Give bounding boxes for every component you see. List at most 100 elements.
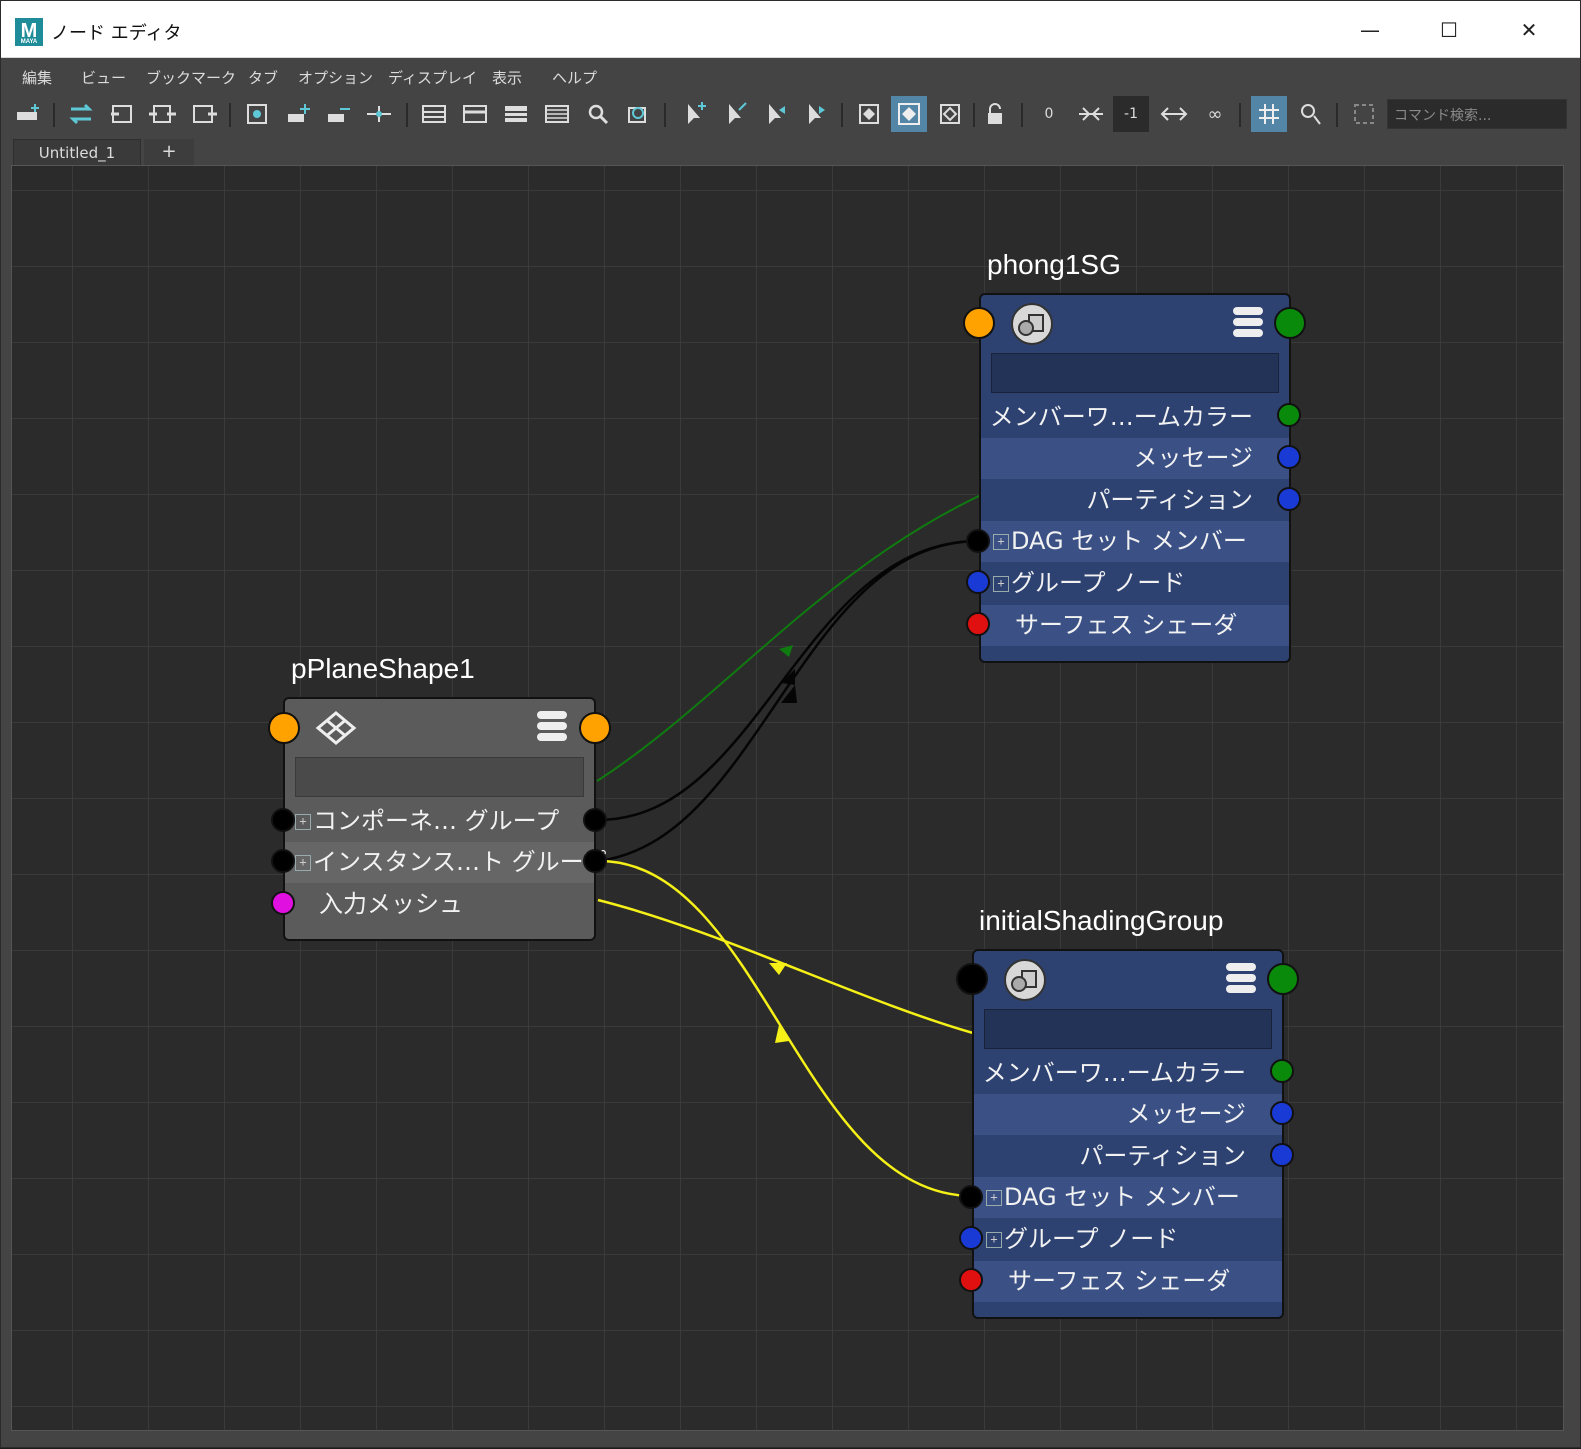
initialshadinggroup-attr-member-wireframe-color[interactable]: メンバーワ…ームカラー	[974, 1053, 1282, 1094]
phong1sg-input-port[interactable]	[963, 307, 995, 339]
shape-tool-icon[interactable]	[1292, 96, 1328, 132]
initialshadinggroup-attr-surface-shader[interactable]: サーフェス シェーダ	[974, 1261, 1282, 1302]
pplaneshape1-attr-comp-instance-group[interactable]: + コンポーネ… グループ	[285, 801, 594, 842]
phong1sg-name-field[interactable]	[991, 353, 1279, 393]
pplaneshape1-node[interactable]: + コンポーネ… グループ + インスタンス…ト グループ 入力メッシュ	[283, 697, 606, 941]
port-out[interactable]	[1277, 403, 1301, 427]
menu-tabs[interactable]: タブ	[248, 67, 278, 88]
graph-canvas[interactable]	[11, 165, 1564, 1431]
pplaneshape1-name-field[interactable]	[295, 757, 584, 797]
port-in[interactable]	[959, 1268, 983, 1292]
graph-material-icon[interactable]	[620, 96, 656, 132]
minimize-button[interactable]: —	[1347, 15, 1393, 45]
initialshadinggroup-name-field[interactable]	[984, 1009, 1272, 1049]
port-out[interactable]	[1270, 1059, 1294, 1083]
port-in[interactable]	[959, 1226, 983, 1250]
phong1sg-attr-message[interactable]: メッセージ	[981, 438, 1289, 479]
menu-options[interactable]: オプション	[298, 67, 373, 88]
port-in[interactable]	[966, 529, 990, 553]
menu-help[interactable]: ヘルプ	[552, 67, 597, 88]
phong1sg-node[interactable]: メンバーワ…ームカラー メッセージ パーティション + DAG セット メンバー …	[979, 293, 1291, 663]
phong1sg-attr-surface-shader[interactable]: サーフェス シェーダ	[981, 605, 1289, 646]
title-bar[interactable]: M MAYA ノード エディタ — ☐ ✕	[1, 1, 1580, 58]
expand-icon[interactable]: +	[295, 814, 311, 830]
remove-selected-icon[interactable]	[321, 96, 357, 132]
add-tab-button[interactable]: +	[144, 139, 194, 165]
maximize-button[interactable]: ☐	[1426, 15, 1472, 45]
port-in[interactable]	[966, 570, 990, 594]
bookmark-prev-icon[interactable]	[757, 96, 793, 132]
port-out[interactable]	[1270, 1101, 1294, 1125]
reduce-depth-icon[interactable]	[1073, 96, 1109, 132]
port-in[interactable]	[959, 1185, 983, 1209]
phong1sg-attr-dag-set-members[interactable]: + DAG セット メンバー	[981, 521, 1289, 562]
attribute-list-icon[interactable]	[1229, 303, 1271, 345]
depth-value-field[interactable]: -1	[1113, 96, 1149, 132]
command-search-input[interactable]: コマンド検索...	[1387, 99, 1567, 129]
input-connections-icon[interactable]	[103, 96, 139, 132]
phong1sg-attr-partition[interactable]: パーティション	[981, 480, 1289, 521]
port-out[interactable]	[583, 849, 607, 873]
initialshadinggroup-attr-group-nodes[interactable]: + グループ ノード	[974, 1219, 1282, 1260]
full-mode-icon[interactable]	[498, 96, 534, 132]
add-selected-icon[interactable]	[281, 96, 317, 132]
pplaneshape1-attr-instance-obj-groups[interactable]: + インスタンス…ト グループ	[285, 842, 606, 883]
simple-mode-icon[interactable]	[416, 96, 452, 132]
port-in[interactable]	[271, 808, 295, 832]
input-output-connections-icon[interactable]	[144, 96, 180, 132]
bookmark-next-icon[interactable]	[797, 96, 833, 132]
initialshadinggroup-output-port[interactable]	[1267, 963, 1299, 995]
initialshadinggroup-attr-message[interactable]: メッセージ	[974, 1094, 1282, 1135]
port-out[interactable]	[1277, 445, 1301, 469]
menu-view[interactable]: ビュー	[81, 67, 126, 88]
unpin-icon[interactable]	[932, 96, 968, 132]
expand-icon[interactable]: +	[986, 1232, 1002, 1248]
expand-icon[interactable]: +	[993, 576, 1009, 592]
port-out[interactable]	[1277, 487, 1301, 511]
add-node-icon[interactable]	[11, 96, 47, 132]
zero-depth-button[interactable]: 0	[1031, 96, 1067, 132]
initialshadinggroup-node[interactable]: メンバーワ…ームカラー メッセージ パーティション + DAG セット メンバー …	[972, 949, 1284, 1319]
initialshadinggroup-input-port[interactable]	[956, 963, 988, 995]
attribute-list-icon[interactable]	[1222, 959, 1264, 1001]
initialshadinggroup-attr-partition[interactable]: パーティション	[974, 1136, 1282, 1177]
menu-display[interactable]: ディスプレイ	[388, 67, 477, 88]
expand-icon[interactable]: +	[295, 855, 311, 871]
expand-icon[interactable]: +	[993, 534, 1009, 550]
attribute-filter-icon[interactable]	[891, 96, 927, 132]
connected-mode-icon[interactable]	[457, 96, 493, 132]
close-button[interactable]: ✕	[1506, 15, 1552, 45]
grid-snap-icon[interactable]	[1251, 96, 1287, 132]
pplaneshape1-attr-in-mesh[interactable]: 入力メッシュ	[285, 884, 594, 925]
bookmark-edit-icon[interactable]	[717, 96, 753, 132]
output-connections-icon[interactable]	[186, 96, 222, 132]
frame-all-icon[interactable]	[239, 96, 275, 132]
search-icon[interactable]	[580, 96, 616, 132]
port-in[interactable]	[966, 612, 990, 636]
expand-depth-icon[interactable]	[1156, 96, 1192, 132]
tab-untitled-1[interactable]: Untitled_1	[13, 139, 141, 165]
menu-bookmarks[interactable]: ブックマーク	[146, 67, 236, 88]
attribute-list-icon[interactable]	[533, 707, 575, 749]
port-in[interactable]	[271, 849, 295, 873]
custom-mode-icon[interactable]	[539, 96, 575, 132]
initialshadinggroup-attr-dag-set-members[interactable]: + DAG セット メンバー	[974, 1177, 1282, 1218]
pplaneshape1-output-port[interactable]	[579, 712, 611, 744]
selection-frame-icon[interactable]	[1346, 96, 1382, 132]
bookmark-add-icon[interactable]	[676, 96, 712, 132]
port-out[interactable]	[1270, 1143, 1294, 1167]
pin-selected-icon[interactable]	[851, 96, 887, 132]
pplaneshape1-input-port[interactable]	[268, 712, 300, 744]
expand-icon[interactable]: +	[986, 1190, 1002, 1206]
lock-icon[interactable]	[977, 96, 1013, 132]
menu-edit[interactable]: 編集	[22, 67, 52, 88]
port-out[interactable]	[583, 808, 607, 832]
phong1sg-attr-member-wireframe-color[interactable]: メンバーワ…ームカラー	[981, 397, 1289, 438]
port-in[interactable]	[271, 891, 295, 915]
swap-icon[interactable]	[63, 96, 99, 132]
phong1sg-output-port[interactable]	[1274, 307, 1306, 339]
layout-icon[interactable]	[361, 96, 397, 132]
infinite-depth-icon[interactable]: ∞	[1197, 96, 1233, 132]
menu-show[interactable]: 表示	[492, 67, 522, 88]
phong1sg-attr-group-nodes[interactable]: + グループ ノード	[981, 563, 1289, 604]
